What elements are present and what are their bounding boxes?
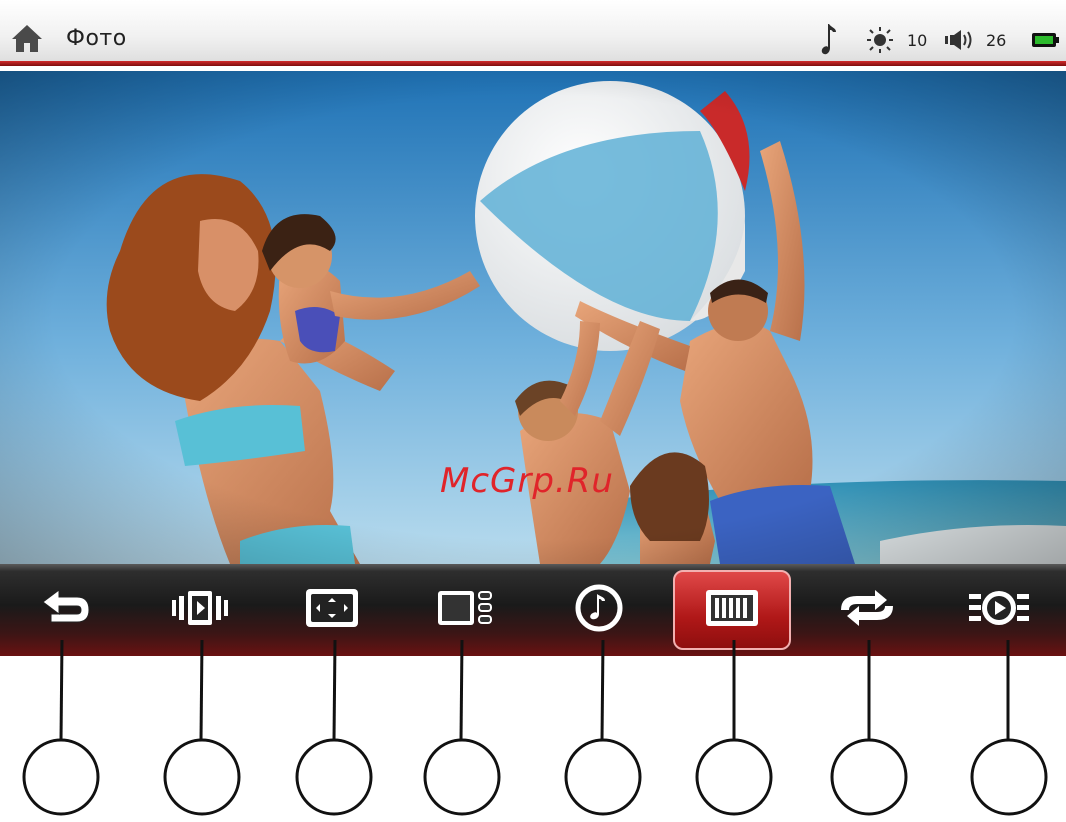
callout-circle-1	[22, 738, 100, 816]
repeat-icon	[835, 588, 899, 632]
callout-circle-2	[163, 738, 241, 816]
status-bar: Фото 10 26	[0, 0, 1066, 66]
volume-icon	[944, 29, 976, 55]
play-effect-button[interactable]	[940, 570, 1058, 650]
page-title: Фото	[66, 26, 127, 51]
battery-icon	[1031, 32, 1059, 52]
callout-circle-5	[564, 738, 642, 816]
volume-value: 26	[986, 31, 1007, 50]
callout-line-1	[59, 639, 64, 741]
callout-line-4	[459, 639, 464, 741]
callout-line-5	[600, 639, 605, 741]
photo-view[interactable]: McGrp.Ru	[0, 71, 1066, 564]
callout-circle-6	[695, 738, 773, 816]
slideshow-icon	[169, 588, 231, 632]
callout-circle-3	[295, 738, 373, 816]
callout-circle-8	[970, 738, 1048, 816]
zoom-fit-icon	[304, 587, 360, 633]
callout-circle-7	[830, 738, 908, 816]
callout-markers	[0, 639, 1066, 818]
slideshow-button[interactable]	[141, 570, 259, 650]
music-button[interactable]	[540, 570, 658, 650]
back-button[interactable]	[8, 570, 126, 650]
music-icon	[575, 584, 623, 636]
callout-circle-4	[423, 738, 501, 816]
watermark: McGrp.Ru	[440, 461, 614, 501]
callout-line-3	[332, 639, 337, 741]
status-bar-divider	[0, 61, 1066, 66]
music-note-icon	[820, 22, 840, 60]
brightness-value: 10	[907, 31, 928, 50]
filmstrip-button[interactable]	[673, 570, 791, 650]
brightness-icon	[866, 26, 894, 58]
thumbnail-list-icon	[436, 589, 496, 631]
thumbnail-button[interactable]	[407, 570, 525, 650]
callout-line-2	[199, 639, 204, 741]
zoom-button[interactable]	[273, 570, 391, 650]
filmstrip-icon	[704, 588, 760, 632]
play-effect-icon	[967, 587, 1031, 633]
repeat-button[interactable]	[808, 570, 926, 650]
back-arrow-icon	[39, 586, 95, 634]
home-icon[interactable]	[10, 22, 44, 54]
